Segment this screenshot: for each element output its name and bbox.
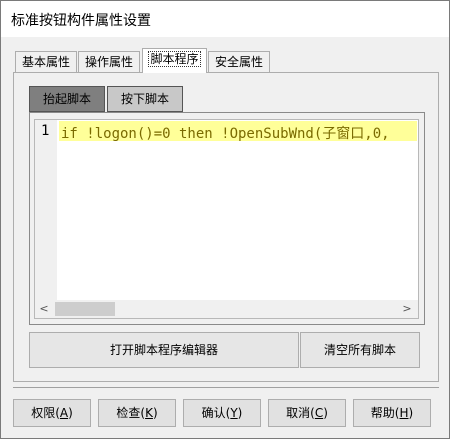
button-label: 帮助 [370,406,395,420]
help-button[interactable]: 帮助(H) [353,399,431,427]
tab-label: 安全属性 [214,55,263,69]
clear-all-label: 清空所有脚本 [323,343,396,357]
dialog-window: 标准按钮构件属性设置 基本属性 操作属性 脚本程序 安全属性 抬起脚本 按下脚本… [0,0,450,439]
subtab-release-script[interactable]: 抬起脚本 [29,86,105,112]
open-script-editor-button[interactable]: 打开脚本程序编辑器 [29,332,299,368]
shortcut-key: H [399,406,409,420]
script-editor[interactable]: 1 if !logon()=0 then !OpenSubWnd(子窗口,0, … [34,119,419,319]
tab-operation-properties[interactable]: 操作属性 [78,51,140,72]
tab-label: 脚本程序 [148,51,201,67]
horizontal-scrollbar[interactable]: < > [35,300,418,318]
shortcut-key: A [59,406,69,420]
title-bar[interactable]: 标准按钮构件属性设置 [1,1,449,37]
subtab-label: 按下脚本 [120,92,169,106]
divider [13,387,439,388]
line-number: 1 [41,123,50,139]
window-title: 标准按钮构件属性设置 [11,13,151,29]
tab-label: 操作属性 [84,55,133,69]
line-number-gutter: 1 [35,120,57,300]
button-label: 检查 [116,406,141,420]
subtab-label: 抬起脚本 [42,92,91,106]
shortcut-key: K [145,406,153,420]
permissions-button[interactable]: 权限(A) [13,399,91,427]
scroll-left-icon[interactable]: < [35,300,53,318]
clear-all-scripts-button[interactable]: 清空所有脚本 [300,332,420,368]
tab-script-program[interactable]: 脚本程序 [142,48,207,73]
code-line[interactable]: if !logon()=0 then !OpenSubWnd(子窗口,0, [59,121,417,141]
button-label: 确认 [201,406,226,420]
cancel-button[interactable]: 取消(C) [268,399,346,427]
tab-security-properties[interactable]: 安全属性 [208,51,270,72]
check-button[interactable]: 检查(K) [98,399,176,427]
confirm-button[interactable]: 确认(Y) [183,399,261,427]
shortcut-key: C [314,406,324,420]
subtab-press-script[interactable]: 按下脚本 [107,86,183,112]
code-text: if !logon()=0 then !OpenSubWnd(子窗口,0, [61,126,390,141]
button-label: 权限 [31,406,56,420]
tab-basic-properties[interactable]: 基本属性 [15,51,77,72]
tab-label: 基本属性 [21,55,70,69]
scrollbar-thumb[interactable] [55,302,115,316]
open-editor-label: 打开脚本程序编辑器 [109,343,218,357]
shortcut-key: Y [230,406,238,420]
button-label: 取消 [286,406,311,420]
scroll-right-icon[interactable]: > [398,300,416,318]
